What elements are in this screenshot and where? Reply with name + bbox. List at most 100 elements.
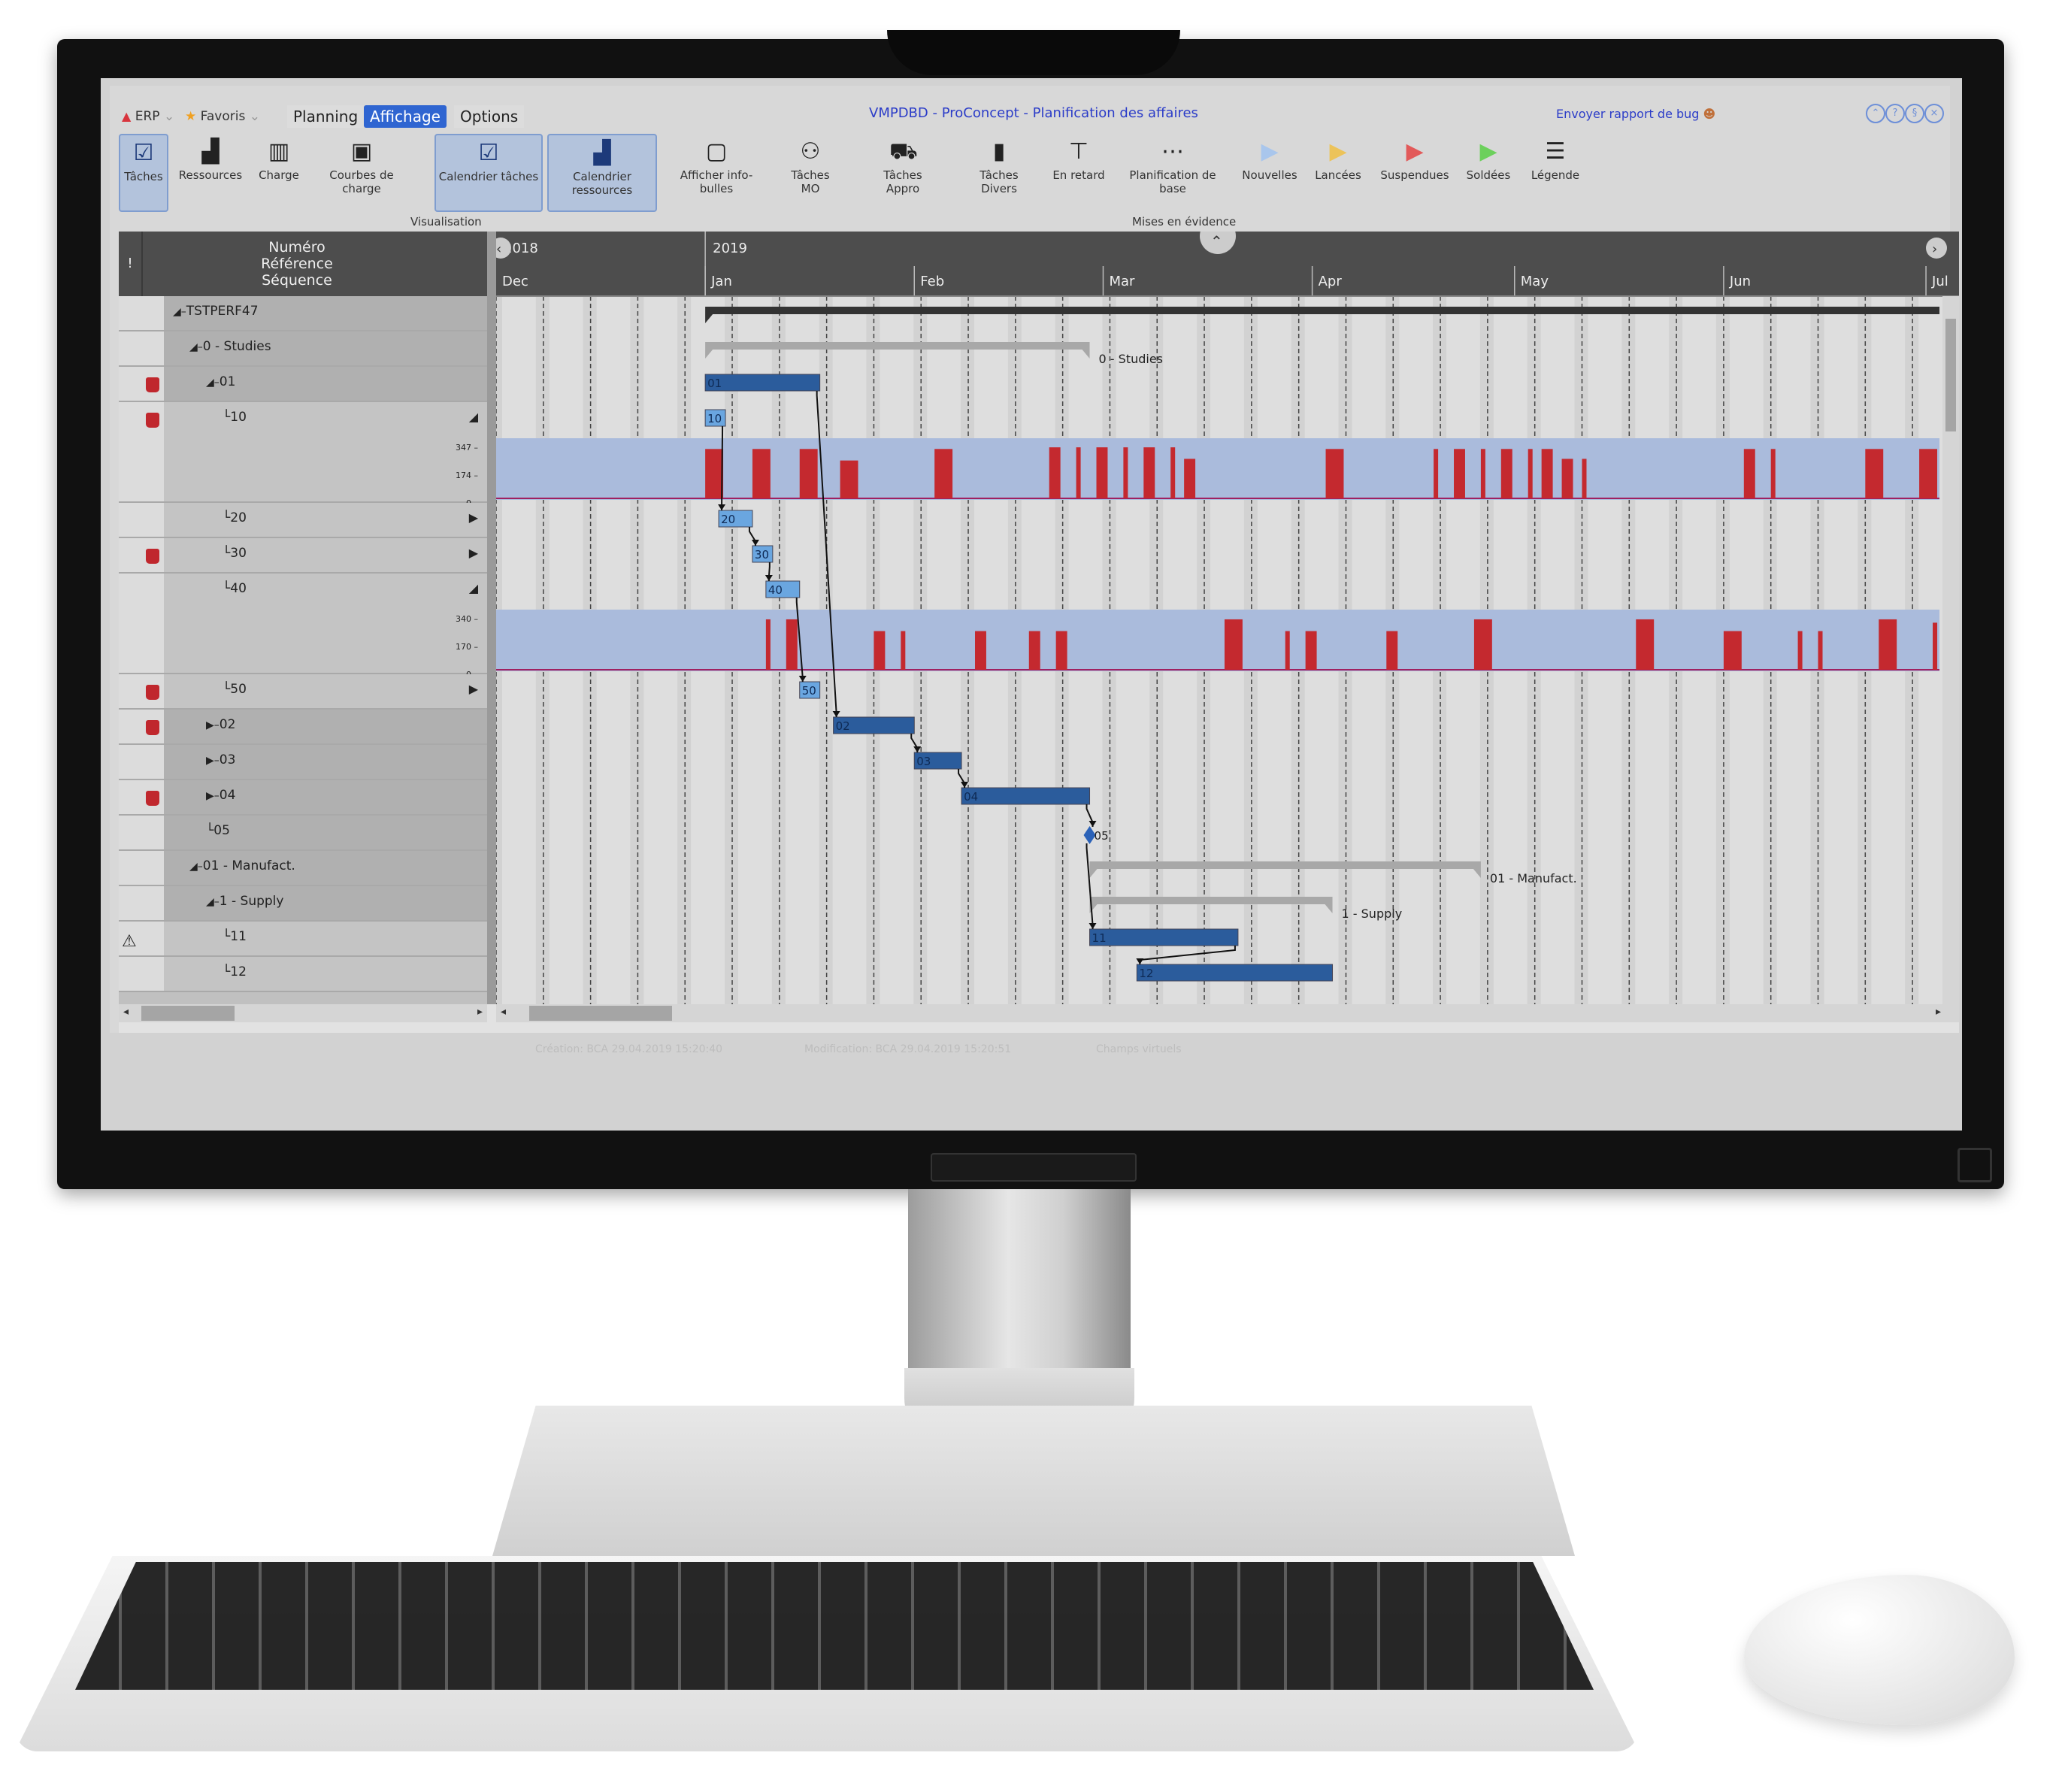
tab-affichage[interactable]: Affichage	[364, 105, 447, 128]
tree-row[interactable]: ◢–01 - Manufact.	[119, 851, 487, 886]
scroll-right-icon[interactable]: ▸	[1936, 1006, 1941, 1018]
pane-splitter[interactable]	[487, 232, 496, 1004]
nouvelles-button[interactable]: ▶ Nouvelles	[1237, 134, 1302, 209]
erp-menu[interactable]: ▲ ERP ⌄	[122, 105, 174, 128]
histogram-bar	[1582, 459, 1587, 498]
scroll-right-icon[interactable]: ▸	[477, 1006, 483, 1018]
task-label: 04	[964, 790, 978, 804]
lancees-button[interactable]: ▶ Lancées	[1308, 134, 1368, 209]
settings-icon[interactable]: §	[1905, 104, 1924, 123]
task-label: 12	[1139, 967, 1153, 980]
calendrier-ressources-button[interactable]: ▟ Calendrier ressources	[547, 134, 657, 212]
expand-toggle-icon[interactable]: ▶–	[206, 719, 220, 731]
taches-divers-button[interactable]: ▮ Tâches Divers	[965, 134, 1033, 209]
taches-button[interactable]: ☑ Tâches	[119, 134, 168, 212]
tree-row[interactable]: ◢–TSTPERF47	[119, 296, 487, 331]
suspendues-button[interactable]: ▶ Suspendues	[1374, 134, 1455, 209]
tab-planning[interactable]: Planning	[287, 105, 365, 128]
tree-row[interactable]: └12	[119, 957, 487, 992]
histogram-background	[496, 610, 1939, 671]
task-label: 05	[1095, 829, 1109, 843]
ressources-button[interactable]: ▟ Ressources	[173, 134, 248, 209]
tree-row[interactable]: ▶–03	[119, 745, 487, 780]
window-title: VMPDBD - ProConcept - Planification des …	[869, 105, 1198, 121]
favoris-menu[interactable]: ★ Favoris ⌄	[185, 105, 260, 128]
erp-logo-icon: ▲	[122, 109, 132, 123]
left-scroll-thumb[interactable]	[141, 1006, 235, 1021]
tree-row[interactable]: └40◢340 –170 –0 –	[119, 574, 487, 680]
alert-cell	[119, 538, 142, 572]
keyboard-keys	[75, 1562, 1594, 1690]
tree-row[interactable]: └50 ▶	[119, 674, 487, 710]
collapse-toggle-icon[interactable]: ◢–	[173, 306, 186, 318]
histogram-collapse-icon[interactable]: ◢	[469, 581, 478, 595]
gantt-horizontal-scrollbar[interactable]: ◂ ▸	[496, 1004, 1959, 1022]
tree-row[interactable]: ◢–0 - Studies	[119, 331, 487, 367]
weight-icon	[146, 685, 159, 700]
infobulles-button[interactable]: ▢ Afficher info-bulles	[672, 134, 761, 209]
app-window: ▲ ERP ⌄ ★ Favoris ⌄ Planning Affichage O…	[110, 86, 1959, 1055]
tree-row[interactable]: ▶–04	[119, 780, 487, 816]
tree-row[interactable]: ◢–1 - Supply	[119, 886, 487, 922]
month-label: Feb	[920, 274, 944, 289]
soldees-button[interactable]: ▶ Soldées	[1460, 134, 1517, 209]
alert-column-header[interactable]: !	[119, 232, 143, 296]
tab-options[interactable]: Options	[454, 105, 525, 128]
help-icon[interactable]: ?	[1885, 104, 1905, 123]
histogram-bar	[1076, 447, 1081, 498]
histogram-expand-icon[interactable]: ▶	[469, 546, 478, 560]
task-clipboard-icon: ☑	[133, 140, 154, 166]
gantt-chart: 0 - Studies 01 - Manufact. 1 - Supply 01 10 2…	[496, 232, 1959, 1004]
collapse-toggle-icon[interactable]: ◢–	[189, 861, 203, 873]
collapse-toggle-icon[interactable]: ◢–	[189, 341, 203, 353]
en-retard-button[interactable]: ⊤ En retard	[1052, 134, 1105, 209]
histogram-bar	[1541, 449, 1553, 498]
alert-cell	[119, 745, 142, 779]
legende-button[interactable]: ☰ Légende	[1523, 134, 1588, 209]
summary-bar	[705, 342, 1090, 350]
courbes-button[interactable]: ▣ Courbes de charge	[320, 134, 403, 209]
expand-toggle-icon[interactable]: ▶–	[206, 790, 220, 802]
alert-cell	[119, 851, 142, 885]
tree-row[interactable]: └20 ▶	[119, 503, 487, 538]
numero-column-header[interactable]: Numéro Référence Séquence	[143, 239, 451, 289]
histogram-bar	[934, 449, 953, 498]
tree-row-label: ▶–02	[206, 717, 236, 732]
scroll-left-icon[interactable]: ◂	[123, 1006, 129, 1018]
histogram-bar	[1879, 619, 1897, 670]
histogram-bar	[1500, 449, 1512, 498]
calendrier-taches-button[interactable]: ☑ Calendrier tâches	[434, 134, 543, 212]
left-horizontal-scrollbar[interactable]: ◂ ▸	[119, 1004, 487, 1022]
status-bar: Création: BCA 29.04.2019 15:20:40 Modifi…	[110, 1040, 1950, 1058]
collapse-icon[interactable]: ⌃	[1866, 104, 1885, 123]
planification-base-button[interactable]: ⋯ Planification de base	[1120, 134, 1225, 209]
histogram-expand-icon[interactable]: ▶	[469, 510, 478, 525]
task-label: 20	[721, 513, 735, 526]
monitor-logo-slot	[931, 1153, 1137, 1182]
collapse-toggle-icon[interactable]: ◢–	[206, 896, 220, 908]
gantt-vertical-scroll-thumb[interactable]	[1945, 319, 1956, 431]
tree-row[interactable]: └05	[119, 816, 487, 851]
star-icon: ★	[185, 109, 197, 124]
bug-report-link[interactable]: Envoyer rapport de bug ☻	[1556, 107, 1715, 121]
histogram-bar	[1919, 449, 1937, 498]
histogram-bar	[1454, 449, 1465, 498]
tree-row[interactable]: └10◢347 –174 –0 –	[119, 402, 487, 508]
close-icon[interactable]: ×	[1924, 104, 1944, 123]
tree-row[interactable]: ◢–01	[119, 367, 487, 402]
tree-row[interactable]: ⚠ └11	[119, 922, 487, 957]
tree-row[interactable]: ▶–02	[119, 710, 487, 745]
histogram-expand-icon[interactable]: ▶	[469, 682, 478, 696]
alert-cell	[119, 402, 142, 501]
histogram-collapse-icon[interactable]: ◢	[469, 410, 478, 424]
expand-toggle-icon[interactable]: ▶–	[206, 755, 220, 767]
scroll-left-icon[interactable]: ◂	[501, 1006, 506, 1018]
taches-mo-button[interactable]: ⚇ Tâches MO	[780, 134, 840, 209]
taches-appro-button[interactable]: ⛟ Tâches Appro	[869, 134, 937, 209]
tree-row[interactable]: └30 ▶	[119, 538, 487, 574]
tree-branch-icon: └	[223, 410, 231, 425]
gantt-scroll-thumb[interactable]	[529, 1006, 672, 1021]
charge-button[interactable]: ▥ Charge	[253, 134, 305, 209]
collapse-toggle-icon[interactable]: ◢–	[206, 377, 220, 389]
status-cell	[141, 816, 164, 849]
